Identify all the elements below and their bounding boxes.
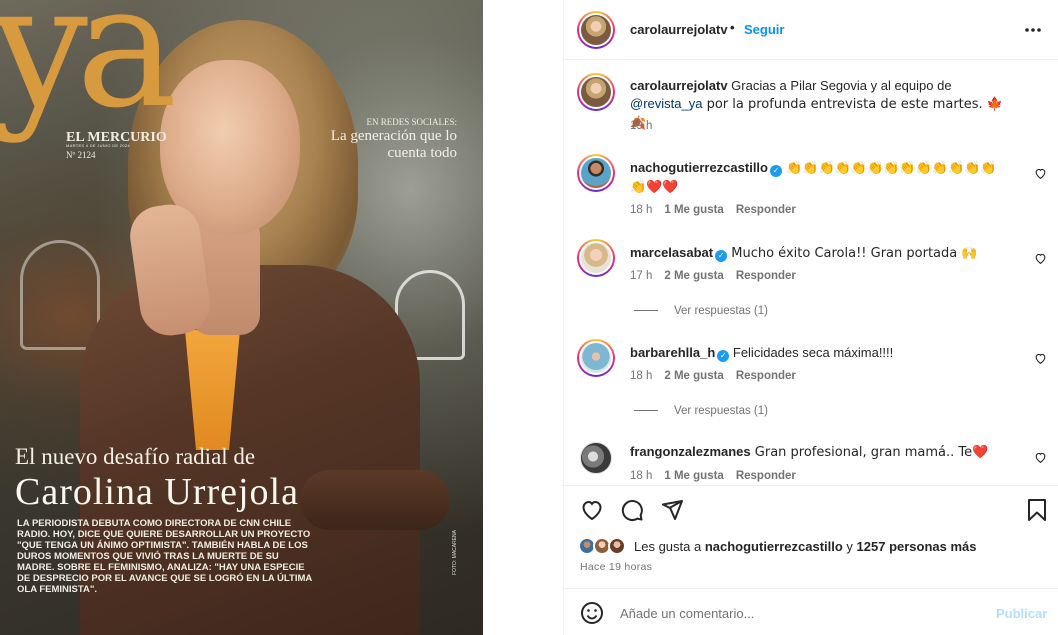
- reply-button[interactable]: Responder: [736, 270, 796, 282]
- likes-prefix: Les gusta a: [634, 539, 705, 554]
- author-username[interactable]: carolaurrejolatv: [630, 22, 728, 37]
- comment-avatar[interactable]: [577, 239, 615, 277]
- issue-date: MARTES 4 DE JUNIO DE 2024: [66, 143, 130, 148]
- liker-avatar: [608, 537, 626, 555]
- comment-text: marcelasabat ✓ Mucho éxito Carola!! Gran …: [630, 244, 1010, 263]
- heart-icon[interactable]: [1034, 167, 1047, 180]
- comment-likes[interactable]: 1 Me gusta: [664, 204, 723, 216]
- comment-time: 18 h: [630, 370, 653, 382]
- cover-secondary-kicker: EN REDES SOCIALES:: [366, 117, 457, 127]
- reply-button[interactable]: Responder: [736, 204, 796, 216]
- add-comment-bar: [564, 588, 1058, 635]
- comment-username[interactable]: nachogutierrezcastillo: [630, 160, 768, 175]
- cover-title: Carolina Urrejola: [15, 471, 299, 513]
- post-timestamp[interactable]: Hace 19 horas: [580, 561, 652, 573]
- post-header: carolaurrejolatv • Seguir: [564, 0, 1058, 60]
- publish-button[interactable]: Publicar: [996, 606, 1047, 621]
- comment-text: frangonzalezmanes Gran profesional, gran…: [630, 443, 1010, 462]
- photo-credit: FOTO: MACARENA: [452, 530, 458, 575]
- author-avatar[interactable]: [577, 11, 615, 49]
- more-icon[interactable]: [1024, 17, 1042, 38]
- view-replies-label: Ver respuestas (1): [674, 405, 768, 417]
- magazine-logo: ya: [0, 0, 177, 146]
- comment-avatar[interactable]: [577, 339, 615, 377]
- comment-body: Mucho éxito Carola!! Gran portada 🙌: [727, 246, 978, 261]
- separator-dot: •: [730, 20, 735, 35]
- verified-icon: ✓: [717, 350, 730, 362]
- comment-username[interactable]: barbarehlla_h: [630, 345, 715, 360]
- cover-kicker: El nuevo desafío radial de: [15, 444, 256, 469]
- comment-text: barbarehlla_h ✓ Felicidades seca máxima!!…: [630, 344, 1010, 362]
- view-replies-button[interactable]: Ver respuestas (1): [634, 305, 768, 317]
- heart-icon[interactable]: [1034, 352, 1047, 365]
- comment-avatar[interactable]: [580, 442, 612, 474]
- heart-icon[interactable]: [1034, 451, 1047, 464]
- comment-meta: 17 h 2 Me gusta Responder: [630, 270, 808, 282]
- comment-text: nachogutierrezcastillo ✓ 👏👏👏👏👏👏👏👏👏👏👏👏👏👏❤️…: [630, 159, 1010, 197]
- comment-username[interactable]: marcelasabat: [630, 245, 713, 260]
- view-replies-label: Ver respuestas (1): [674, 305, 768, 317]
- post-image[interactable]: ya EL MERCURIO MARTES 4 DE JUNIO DE 2024…: [0, 0, 483, 635]
- follow-button[interactable]: Seguir: [744, 22, 784, 37]
- comment-time: 18 h: [630, 204, 653, 216]
- caption-time: 19 h: [630, 120, 653, 132]
- caption-username[interactable]: carolaurrejolatv: [630, 78, 728, 93]
- view-replies-button[interactable]: Ver respuestas (1): [634, 405, 768, 417]
- likes-middle: y: [842, 539, 857, 554]
- portrait-arm: [300, 470, 450, 530]
- likes-summary[interactable]: Les gusta a nachogutierrezcastillo y 125…: [634, 539, 977, 554]
- heart-icon[interactable]: [580, 498, 604, 522]
- likes-others[interactable]: 1257 personas más: [857, 539, 977, 554]
- caption-avatar[interactable]: [577, 73, 615, 111]
- caption-text: carolaurrejolatv Gracias a Pilar Segovia…: [630, 77, 1010, 133]
- reply-button[interactable]: Responder: [736, 470, 796, 482]
- reply-button[interactable]: Responder: [736, 370, 796, 382]
- verified-icon: ✓: [769, 165, 782, 177]
- comment-time: 18 h: [630, 470, 653, 482]
- caption-meta: 19 h: [630, 120, 664, 132]
- comment-avatar[interactable]: [577, 154, 615, 192]
- comment-body: Felicidades seca máxima!!!!: [729, 345, 894, 360]
- comment-likes[interactable]: 2 Me gusta: [664, 270, 723, 282]
- bookmark-icon[interactable]: [1026, 498, 1048, 522]
- comment-input[interactable]: [620, 602, 980, 624]
- comment-icon[interactable]: [620, 498, 644, 522]
- comments-list[interactable]: carolaurrejolatv Gracias a Pilar Segovia…: [564, 61, 1058, 484]
- emoji-icon[interactable]: [580, 601, 604, 625]
- cover-secondary-headline: La generación que lo cuenta todo: [330, 128, 457, 161]
- issue-number: Nº 2124: [66, 150, 96, 160]
- likes-user[interactable]: nachogutierrezcastillo: [705, 539, 843, 554]
- post-actions: Les gusta a nachogutierrezcastillo y 125…: [564, 485, 1058, 635]
- share-icon[interactable]: [660, 498, 684, 522]
- comment-body: Gran profesional, gran mamá.. Te❤️: [750, 445, 989, 460]
- comment-time: 17 h: [630, 270, 653, 282]
- post-panel: carolaurrejolatv • Seguir carolaurrejola…: [563, 0, 1058, 635]
- comment-meta: 18 h 1 Me gusta Responder: [630, 204, 808, 216]
- mention-link[interactable]: @revista_ya: [630, 96, 702, 111]
- verified-icon: ✓: [715, 250, 728, 262]
- comment-meta: 18 h 1 Me gusta Responder: [630, 470, 808, 482]
- comment-meta: 18 h 2 Me gusta Responder: [630, 370, 808, 382]
- comment-likes[interactable]: 1 Me gusta: [664, 470, 723, 482]
- caption-text-part: Gracias a Pilar Segovia y al equipo de: [727, 78, 952, 93]
- comment-likes[interactable]: 2 Me gusta: [664, 370, 723, 382]
- background-chair: [20, 240, 100, 350]
- comment-username[interactable]: frangonzalezmanes: [630, 444, 751, 459]
- cover-body: La periodista debuta como directora de C…: [17, 518, 312, 595]
- heart-icon[interactable]: [1034, 252, 1047, 265]
